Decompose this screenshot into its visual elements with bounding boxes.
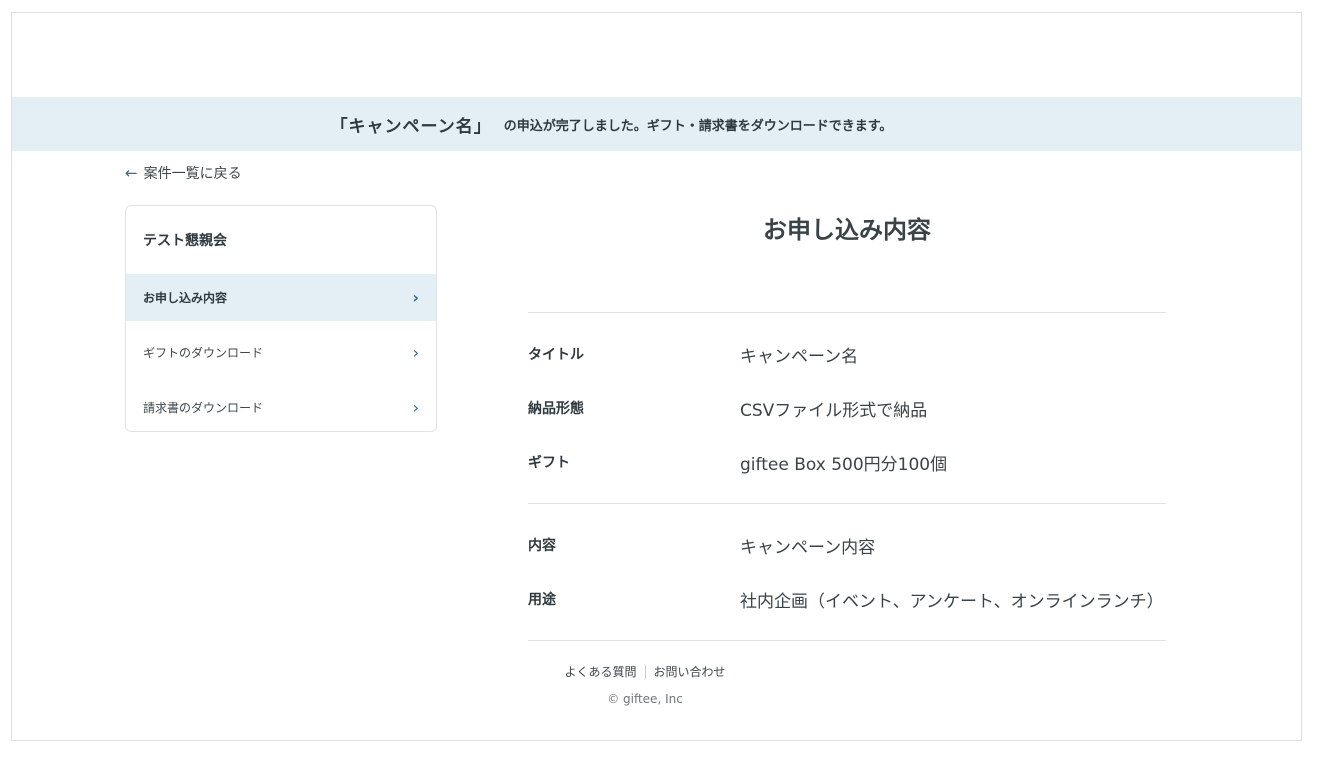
back-to-list-link[interactable]: ← 案件一覧に戻る	[125, 163, 242, 183]
detail-label: 納品形態	[528, 401, 584, 417]
back-link-label: 案件一覧に戻る	[143, 166, 242, 182]
chevron-right-icon: ›	[412, 342, 419, 362]
detail-label: タイトル	[528, 347, 584, 363]
chevron-right-icon: ›	[412, 287, 419, 307]
main-content: お申し込み内容 タイトル キャンペーン名 納品形態 CSVファイル形式で納品 ギ…	[528, 205, 1166, 641]
contact-link[interactable]: お問い合わせ	[654, 663, 726, 680]
detail-row-gift: ギフト giftee Box 500円分100個	[528, 435, 1166, 489]
banner-message: の申込が完了しました。ギフト・請求書をダウンロードできます。	[503, 118, 893, 134]
footer-separator	[644, 664, 646, 679]
sidebar-item-gift-download[interactable]: ギフトのダウンロード ›	[126, 329, 436, 376]
footer: よくある質問 お問い合わせ © giftee, Inc	[560, 663, 730, 706]
detail-row-usage: 用途 社内企画（イベント、アンケート、オンラインランチ）	[528, 572, 1166, 626]
chevron-right-icon: ›	[412, 397, 419, 417]
detail-label: ギフト	[528, 455, 570, 471]
detail-value: キャンペーン内容	[740, 537, 876, 558]
sidebar-item-invoice-download[interactable]: 請求書のダウンロード ›	[126, 384, 436, 431]
detail-value: giftee Box 500円分100個	[740, 454, 948, 475]
detail-label: 用途	[528, 592, 556, 608]
copyright: © giftee, Inc	[607, 692, 683, 706]
page-title: お申し込み内容	[763, 216, 931, 244]
arrow-left-icon: ←	[125, 163, 138, 182]
detail-row-delivery: 納品形態 CSVファイル形式で納品	[528, 381, 1166, 435]
banner-campaign-name: 「キャンペーン名」	[330, 116, 492, 137]
footer-links: よくある質問 お問い合わせ	[560, 663, 730, 680]
divider	[528, 640, 1166, 641]
detail-label: 内容	[528, 538, 556, 554]
detail-value: CSVファイル形式で納品	[740, 400, 928, 421]
completion-banner: 「キャンペーン名」 の申込が完了しました。ギフト・請求書をダウンロードできます。	[12, 97, 1301, 151]
sidebar-item-application-details[interactable]: お申し込み内容 ›	[126, 274, 436, 321]
sidebar-title: テスト懇親会	[143, 233, 227, 249]
details-group-basic: タイトル キャンペーン名 納品形態 CSVファイル形式で納品 ギフト gifte…	[528, 313, 1166, 503]
sidebar-item-label: お申し込み内容	[143, 291, 228, 305]
details-group-purpose: 内容 キャンペーン内容 用途 社内企画（イベント、アンケート、オンラインランチ）	[528, 504, 1166, 640]
sidebar-item-label: 請求書のダウンロード	[143, 401, 264, 415]
detail-row-content: 内容 キャンペーン内容	[528, 518, 1166, 572]
detail-value: キャンペーン名	[740, 346, 859, 367]
sidebar: テスト懇親会 お申し込み内容 › ギフトのダウンロード › 請求書のダウンロード…	[125, 205, 437, 432]
detail-value: 社内企画（イベント、アンケート、オンラインランチ）	[740, 591, 1164, 612]
detail-row-title: タイトル キャンペーン名	[528, 327, 1166, 381]
sidebar-item-label: ギフトのダウンロード	[143, 346, 264, 360]
faq-link[interactable]: よくある質問	[564, 663, 636, 680]
